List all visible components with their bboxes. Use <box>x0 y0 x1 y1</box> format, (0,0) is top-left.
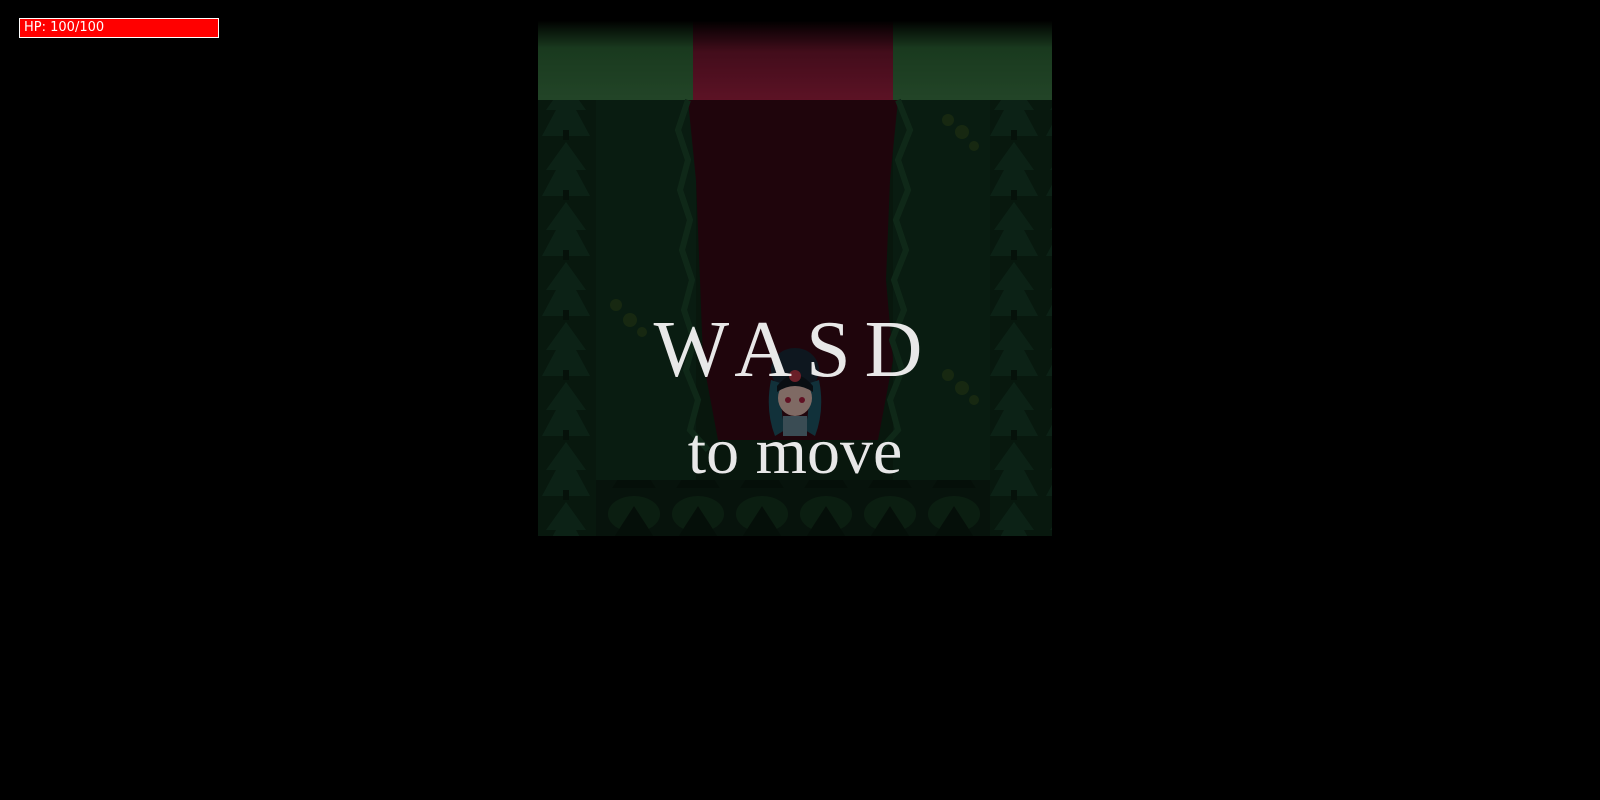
bottom-hedge <box>596 480 990 536</box>
left-grass <box>596 100 696 500</box>
hp-text: HP: 100/100 <box>24 20 105 35</box>
hp-bar: HP: 100/100 <box>19 18 219 38</box>
path-entrance <box>693 20 893 100</box>
girl-character-icon <box>768 348 822 436</box>
left-tree-column <box>538 100 596 536</box>
right-grass <box>893 100 990 500</box>
game-viewport[interactable]: WASD to move <box>538 20 1052 536</box>
right-tree-column <box>990 100 1052 536</box>
game-scene <box>538 20 1052 536</box>
